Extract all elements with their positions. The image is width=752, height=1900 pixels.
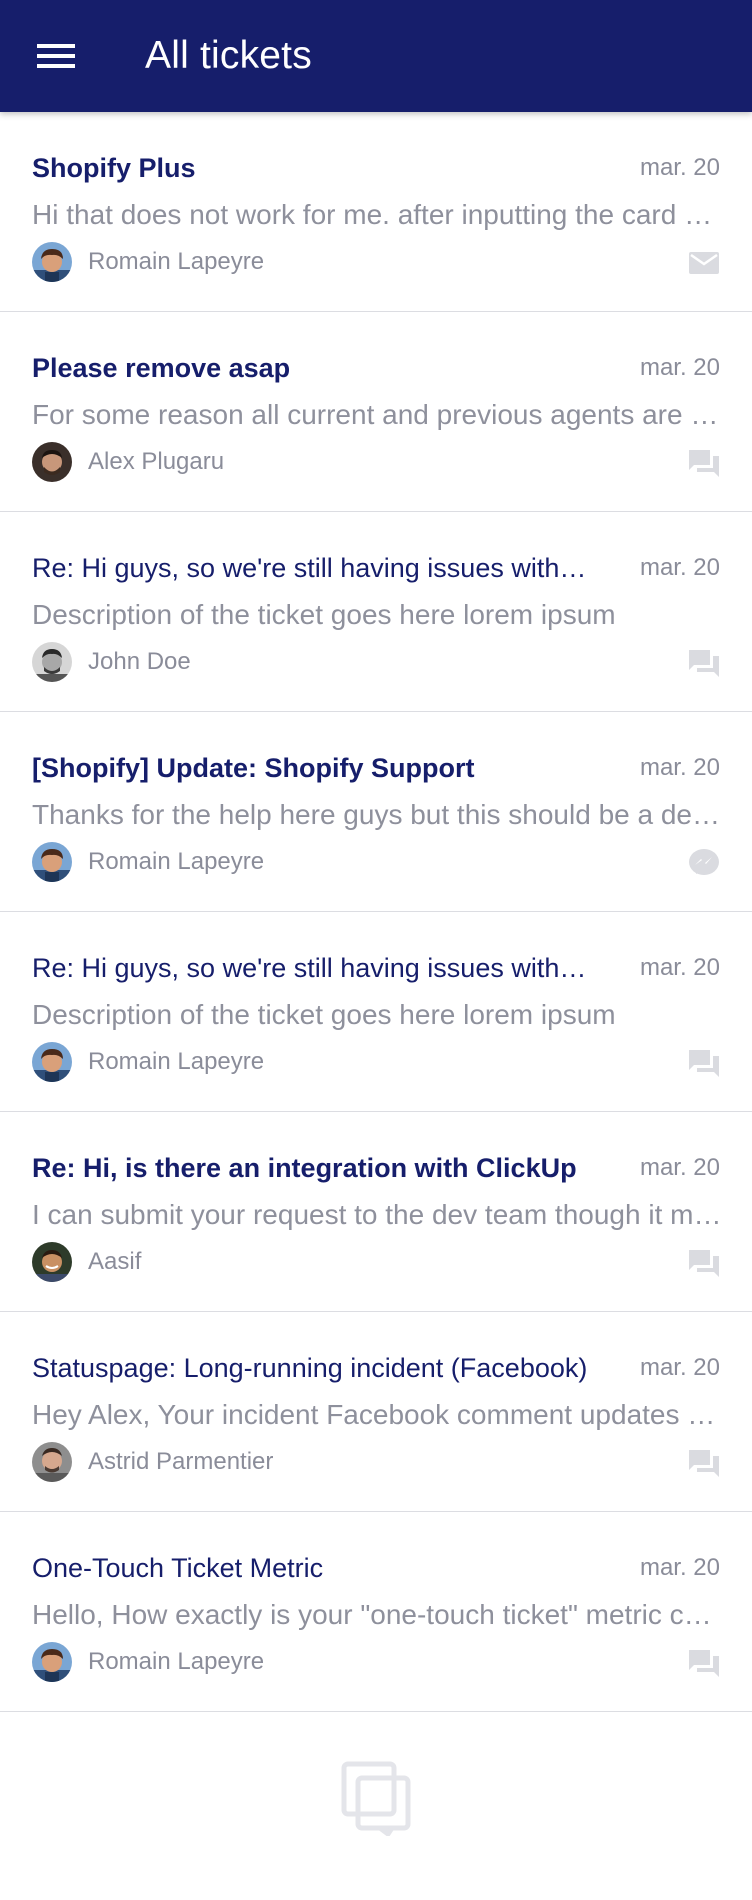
ticket-date: mar. 20 [639, 154, 720, 181]
ticket-preview: Hello, How exactly is your "one-touch ti… [32, 1599, 722, 1630]
ticket-date: mar. 20 [639, 1354, 720, 1381]
ticket-row[interactable]: One-Touch Ticket Metric mar. 20 Hello, How… [0, 1512, 752, 1712]
requester-avatar [32, 1442, 72, 1482]
chat-channel-icon [688, 1048, 720, 1078]
ticket-row[interactable]: Shopify Plus mar. 20 Hi that does not work… [0, 112, 752, 312]
ticket-preview: Hi that does not work for me. after inpu… [32, 199, 722, 230]
ticket-preview: Thanks for the help here guys but this s… [32, 799, 722, 830]
chat-channel-icon [688, 1248, 720, 1278]
ticket-preview: Hey Alex, Your incident Facebook comment… [32, 1399, 722, 1430]
ticket-row[interactable]: Re: Hi guys, so we're still having issue… [0, 912, 752, 1112]
ticket-subject: Shopify Plus [32, 153, 196, 183]
ticket-preview: For some reason all current and previous… [32, 399, 722, 430]
ticket-preview: Description of the ticket goes here lore… [32, 599, 616, 630]
hamburger-menu-icon[interactable] [20, 24, 92, 88]
requester-avatar [32, 1242, 72, 1282]
requester-avatar [32, 842, 72, 882]
ticket-date: mar. 20 [639, 954, 720, 981]
gorgias-logo-icon [340, 1760, 412, 1836]
requester-name: Aasif [88, 1248, 142, 1275]
ticket-date: mar. 20 [639, 354, 720, 381]
requester-name: Romain Lapeyre [88, 1648, 265, 1675]
chat-channel-icon [688, 648, 720, 678]
ticket-row[interactable]: Re: Hi guys, so we're still having issue… [0, 512, 752, 712]
page-title: All tickets [145, 34, 312, 77]
ticket-preview: I can submit your request to the dev tea… [32, 1199, 722, 1230]
ticket-date: mar. 20 [639, 554, 720, 581]
requester-avatar [32, 1642, 72, 1682]
messenger-channel-icon [688, 848, 720, 878]
ticket-date: mar. 20 [639, 754, 720, 781]
ticket-date: mar. 20 [639, 1154, 720, 1181]
requester-name: Alex Plugaru [88, 448, 225, 475]
ticket-subject: Please remove asap [32, 353, 291, 383]
ticket-list: Shopify Plus mar. 20 Hi that does not work… [0, 112, 752, 1712]
chat-channel-icon [688, 1648, 720, 1678]
app-bar: All tickets [0, 0, 752, 112]
ticket-subject: Re: Hi, is there an integration with Cli… [32, 1153, 577, 1183]
requester-avatar [32, 242, 72, 282]
requester-name: Romain Lapeyre [88, 248, 265, 275]
requester-name: Astrid Parmentier [88, 1448, 274, 1475]
ticket-row[interactable]: Statuspage: Long-running incident (Faceb… [0, 1312, 752, 1512]
requester-avatar [32, 1042, 72, 1082]
ticket-subject: One-Touch Ticket Metric [32, 1553, 324, 1583]
ticket-subject: Re: Hi guys, so we're still having issue… [32, 553, 592, 583]
ticket-preview: Description of the ticket goes here lore… [32, 999, 616, 1030]
ticket-subject: [Shopify] Update: Shopify Support [32, 753, 475, 783]
ticket-row[interactable]: Re: Hi, is there an integration with Cli… [0, 1112, 752, 1312]
requester-name: Romain Lapeyre [88, 1048, 265, 1075]
ticket-row[interactable]: [Shopify] Update: Shopify Support mar. 20… [0, 712, 752, 912]
ticket-subject: Re: Hi guys, so we're still having issue… [32, 953, 592, 983]
requester-avatar [32, 442, 72, 482]
requester-name: Romain Lapeyre [88, 848, 265, 875]
chat-channel-icon [688, 1448, 720, 1478]
ticket-row[interactable]: Please remove asap mar. 20 For some reason… [0, 312, 752, 512]
ticket-date: mar. 20 [639, 1554, 720, 1581]
chat-channel-icon [688, 448, 720, 478]
email-channel-icon [688, 248, 720, 278]
requester-avatar [32, 642, 72, 682]
requester-name: John Doe [88, 648, 191, 675]
ticket-subject: Statuspage: Long-running incident (Faceb… [32, 1353, 588, 1383]
